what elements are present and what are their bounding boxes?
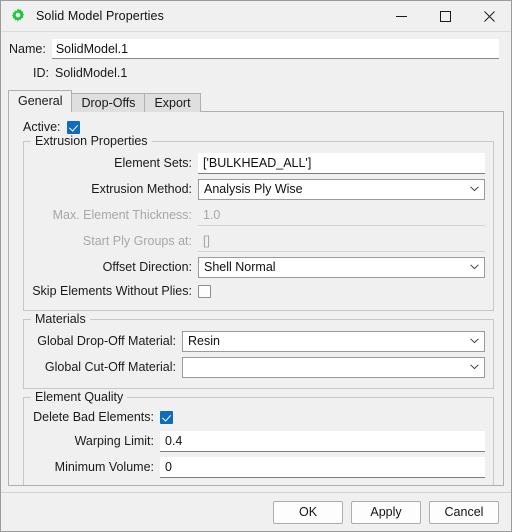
skip-elements-without-plies-checkbox[interactable]	[198, 284, 211, 298]
window-title: Solid Model Properties	[36, 9, 164, 23]
element-quality-title: Element Quality	[31, 390, 128, 404]
max-element-thickness-label: Max. Element Thickness:	[52, 208, 192, 222]
minimum-volume-label: Minimum Volume:	[54, 460, 154, 474]
tab-drop-offs[interactable]: Drop-Offs	[71, 93, 146, 112]
chevron-down-icon	[469, 184, 480, 195]
id-label: ID:	[33, 66, 49, 80]
extrusion-method-value: Analysis Ply Wise	[204, 182, 303, 196]
materials-group: Materials Global Drop-Off Material: Resi…	[23, 312, 494, 389]
delete-bad-elements-row: Delete Bad Elements:	[32, 407, 485, 427]
tab-export[interactable]: Export	[144, 93, 201, 112]
start-ply-groups-at-row: Start Ply Groups at:	[32, 229, 485, 253]
skip-elements-without-plies-label: Skip Elements Without Plies:	[32, 284, 192, 298]
start-ply-groups-at-label: Start Ply Groups at:	[82, 234, 192, 248]
tab-general[interactable]: General	[8, 90, 73, 112]
skip-elements-without-plies-row: Skip Elements Without Plies:	[32, 281, 485, 301]
max-element-thickness-row: Max. Element Thickness:	[32, 203, 485, 227]
tab-strip: General Drop-Offs Export	[1, 90, 511, 112]
chevron-down-icon	[469, 336, 480, 347]
name-row: Name:	[1, 37, 511, 61]
delete-bad-elements-checkbox[interactable]	[160, 410, 173, 424]
global-drop-off-material-select[interactable]: Resin	[182, 330, 485, 352]
close-icon[interactable]	[467, 1, 511, 31]
offset-direction-value: Shell Normal	[204, 260, 276, 274]
cancel-button[interactable]: Cancel	[429, 500, 499, 524]
extrusion-method-row: Extrusion Method: Analysis Ply Wise	[32, 177, 485, 201]
id-value: SolidModel.1	[55, 66, 128, 80]
element-sets-row: Element Sets:	[32, 151, 485, 175]
dialog-button-bar: OK Apply Cancel	[1, 492, 511, 531]
window-controls	[379, 1, 511, 31]
apply-button[interactable]: Apply	[351, 500, 421, 524]
maximize-icon[interactable]	[423, 1, 467, 31]
active-checkbox[interactable]	[66, 120, 80, 134]
offset-direction-row: Offset Direction: Shell Normal	[32, 255, 485, 279]
warping-limit-label: Warping Limit:	[74, 434, 154, 448]
max-element-thickness-input	[198, 204, 485, 226]
ok-button[interactable]: OK	[273, 500, 343, 524]
offset-direction-select[interactable]: Shell Normal	[198, 256, 485, 278]
global-drop-off-material-label: Global Drop-Off Material:	[37, 334, 176, 348]
delete-bad-elements-label: Delete Bad Elements:	[33, 410, 154, 424]
title-bar: Solid Model Properties	[1, 1, 511, 32]
offset-direction-label: Offset Direction:	[102, 260, 192, 274]
name-input[interactable]	[51, 39, 499, 59]
chevron-down-icon	[469, 262, 480, 273]
warping-limit-row: Warping Limit:	[32, 429, 485, 453]
element-sets-label: Element Sets:	[114, 156, 192, 170]
element-quality-group: Element Quality Delete Bad Elements: War…	[23, 390, 494, 485]
global-cut-off-material-row: Global Cut-Off Material:	[32, 355, 485, 379]
active-label: Active:	[23, 120, 61, 134]
chevron-down-icon	[469, 362, 480, 373]
minimize-icon[interactable]	[379, 1, 423, 31]
extrusion-properties-group: Extrusion Properties Element Sets: Extru…	[23, 134, 494, 311]
extrusion-method-label: Extrusion Method:	[91, 182, 192, 196]
global-drop-off-material-value: Resin	[188, 334, 220, 348]
global-cut-off-material-label: Global Cut-Off Material:	[44, 360, 176, 374]
solid-model-properties-dialog: Solid Model Properties Name: ID: SolidMo…	[0, 0, 512, 532]
materials-title: Materials	[31, 312, 90, 326]
start-ply-groups-at-input	[198, 230, 485, 252]
name-label: Name:	[9, 42, 46, 56]
warping-limit-input[interactable]	[160, 430, 485, 452]
element-sets-input[interactable]	[198, 152, 485, 174]
gear-icon	[9, 7, 27, 25]
tab-panel-general: Active: Extrusion Properties Element Set…	[8, 111, 504, 486]
global-drop-off-material-row: Global Drop-Off Material: Resin	[32, 329, 485, 353]
minimum-volume-input[interactable]	[160, 456, 485, 478]
minimum-volume-row: Minimum Volume:	[32, 455, 485, 479]
extrusion-properties-title: Extrusion Properties	[31, 134, 152, 148]
extrusion-method-select[interactable]: Analysis Ply Wise	[198, 178, 485, 200]
global-cut-off-material-select[interactable]	[182, 356, 485, 378]
id-row: ID: SolidModel.1	[1, 63, 511, 83]
